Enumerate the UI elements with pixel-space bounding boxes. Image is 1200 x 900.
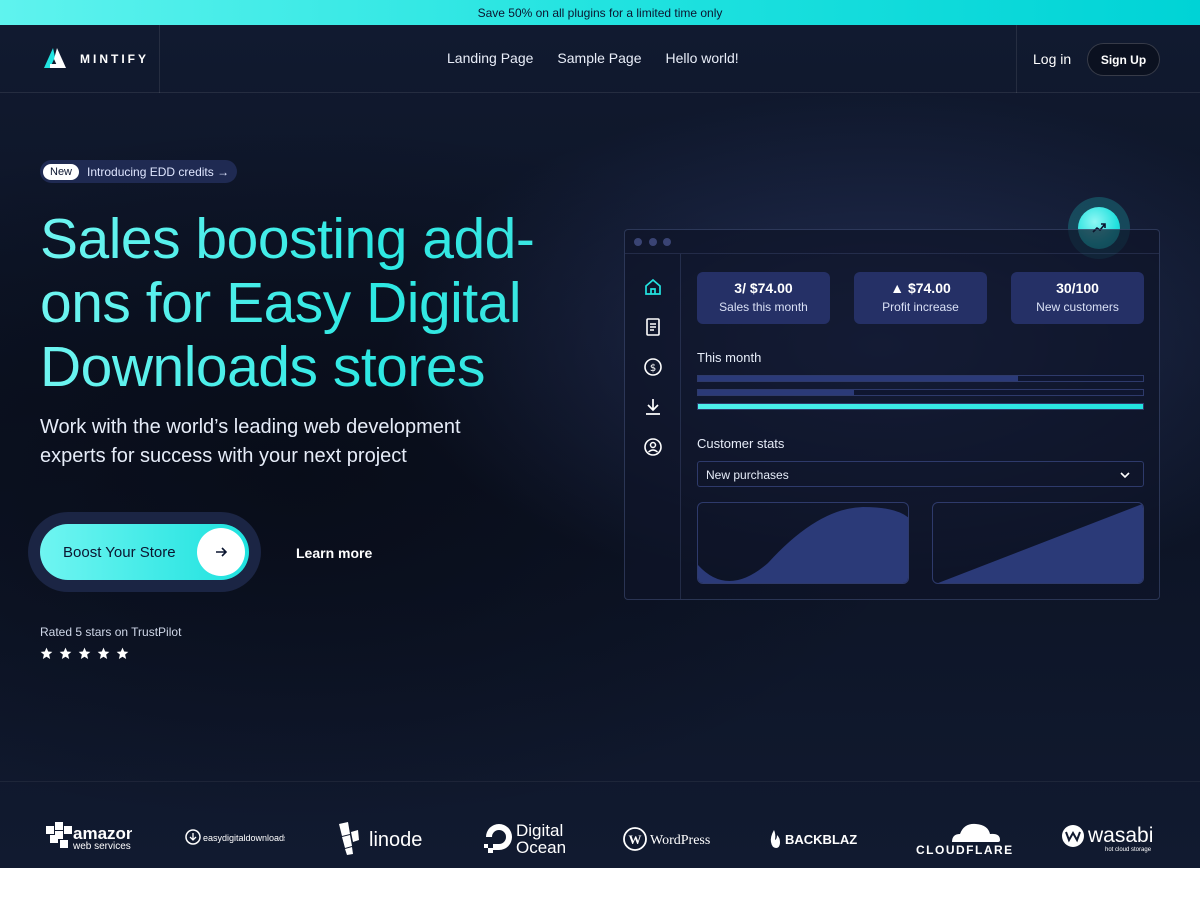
- signup-button[interactable]: Sign Up: [1087, 43, 1160, 76]
- announcement-badge[interactable]: New Introducing EDD credits →: [40, 160, 238, 183]
- nav-item-landing-page[interactable]: Landing Page: [447, 50, 533, 66]
- svg-text:W: W: [629, 832, 642, 847]
- svg-text:$: $: [650, 363, 656, 374]
- stat-label: Profit increase: [882, 300, 959, 314]
- cta-wrapper: Boost Your Store: [28, 512, 261, 592]
- window-dot: [663, 238, 671, 246]
- svg-text:wasabi: wasabi: [1087, 824, 1153, 847]
- logo-aws: amazon web services: [46, 818, 132, 852]
- this-month-label: This month: [697, 350, 762, 365]
- site-header: MINTIFY Landing Page Sample Page Hello w…: [0, 25, 1200, 93]
- promo-banner[interactable]: Save 50% on all plugins for a limited ti…: [0, 0, 1200, 25]
- page-bottom: [0, 868, 1200, 900]
- customer-stats-select[interactable]: New purchases: [697, 461, 1144, 487]
- stat-value: 3/ $74.00: [734, 280, 793, 296]
- hero-section: MINTIFY Landing Page Sample Page Hello w…: [0, 25, 1200, 868]
- stat-label: New customers: [1036, 300, 1119, 314]
- svg-text:easydigitaldownloads: easydigitaldownloads: [203, 833, 285, 843]
- window-dot: [649, 238, 657, 246]
- digitalocean-logo-icon: Digital Ocean: [484, 821, 566, 856]
- hero-headline: Sales boosting add-ons for Easy Digital …: [40, 207, 600, 399]
- stat-card-profit: ▲ $74.00 Profit increase: [854, 272, 987, 324]
- rating-stars: [40, 647, 129, 660]
- progress-fill: [698, 390, 854, 395]
- nav-item-hello-world[interactable]: Hello world!: [665, 50, 738, 66]
- stat-card-customers: 30/100 New customers: [1011, 272, 1144, 324]
- select-value: New purchases: [706, 468, 789, 482]
- progress-fill: [698, 376, 1019, 381]
- stat-card-sales: 3/ $74.00 Sales this month: [697, 272, 830, 324]
- header-divider-left: [159, 25, 160, 93]
- new-tag: New: [43, 163, 80, 180]
- dashboard-sidebar: $: [625, 254, 681, 599]
- dollar-icon[interactable]: $: [642, 356, 664, 378]
- star-icon: [78, 647, 91, 660]
- promo-text: Save 50% on all plugins for a limited ti…: [477, 5, 723, 20]
- dashboard-panel: $ 3/ $74.00 Sales this month ▲ $74.00 Pr…: [624, 229, 1160, 600]
- svg-text:Ocean: Ocean: [516, 838, 566, 856]
- nav-item-sample-page[interactable]: Sample Page: [557, 50, 641, 66]
- announcement-text: Introducing EDD credits →: [87, 164, 230, 179]
- star-icon: [97, 647, 110, 660]
- brand-logo[interactable]: MINTIFY: [42, 46, 149, 72]
- user-circle-icon[interactable]: [642, 436, 664, 458]
- brand-name: MINTIFY: [80, 52, 149, 66]
- wordpress-logo-icon: W WordPress: [623, 827, 710, 851]
- svg-text:CLOUDFLARE: CLOUDFLARE: [916, 843, 1014, 857]
- stat-label: Sales this month: [719, 300, 808, 314]
- progress-bar: [697, 389, 1144, 396]
- aws-logo-icon: amazon web services: [46, 822, 132, 852]
- progress-bar: [697, 375, 1144, 382]
- svg-text:BACKBLAZE: BACKBLAZE: [785, 832, 858, 847]
- stat-value: ▲ $74.00: [890, 280, 951, 296]
- header-divider-right: [1016, 25, 1017, 93]
- boost-store-button[interactable]: Boost Your Store: [40, 524, 249, 580]
- edd-logo-icon: easydigitaldownloads: [185, 829, 285, 845]
- home-icon[interactable]: [642, 276, 664, 298]
- backblaze-logo-icon: BACKBLAZE: [770, 830, 858, 848]
- main-nav: Landing Page Sample Page Hello world!: [447, 50, 739, 66]
- logo-linode: linode: [336, 820, 424, 856]
- mintify-logo-icon: [44, 48, 66, 68]
- logo-cloudflare: CLOUDFLARE: [914, 820, 1014, 858]
- panel-titlebar: [625, 230, 1159, 254]
- logo-wordpress: W WordPress: [623, 826, 725, 852]
- cloudflare-logo-icon: CLOUDFLARE: [916, 823, 1014, 857]
- login-link[interactable]: Log in: [1033, 51, 1071, 67]
- document-icon[interactable]: [642, 316, 664, 338]
- hero-subhead: Work with the world’s leading web develo…: [40, 416, 461, 467]
- svg-text:hot cloud storage: hot cloud storage: [1105, 847, 1152, 853]
- logo-wasabi: wasabi hot cloud storage: [1061, 822, 1161, 854]
- linode-logo-icon: linode: [339, 822, 422, 855]
- window-dot: [634, 238, 642, 246]
- stat-value: 30/100: [1056, 280, 1099, 296]
- triangle-chart: [932, 502, 1144, 584]
- star-icon: [59, 647, 72, 660]
- customer-stats-label: Customer stats: [697, 436, 785, 451]
- cta-label: Boost Your Store: [63, 543, 176, 561]
- download-icon[interactable]: [642, 396, 664, 418]
- svg-text:linode: linode: [369, 829, 422, 851]
- learn-more-link[interactable]: Learn more: [296, 545, 372, 561]
- svg-text:WordPress: WordPress: [650, 833, 710, 848]
- progress-bar: [697, 403, 1144, 410]
- wave-chart: [697, 502, 909, 584]
- star-icon: [40, 647, 53, 660]
- chevron-down-icon: [1120, 472, 1130, 479]
- arrow-right-icon: [197, 528, 245, 576]
- wasabi-logo-icon: wasabi hot cloud storage: [1062, 824, 1153, 853]
- svg-text:web services: web services: [72, 841, 131, 852]
- logo-edd: easydigitaldownloads: [185, 828, 285, 846]
- logo-digitalocean: Digital Ocean: [482, 820, 570, 856]
- progress-fill: [698, 404, 1143, 409]
- logo-backblaze: BACKBLAZE: [768, 828, 858, 850]
- rating-text: Rated 5 stars on TrustPilot: [40, 625, 182, 639]
- star-icon: [116, 647, 129, 660]
